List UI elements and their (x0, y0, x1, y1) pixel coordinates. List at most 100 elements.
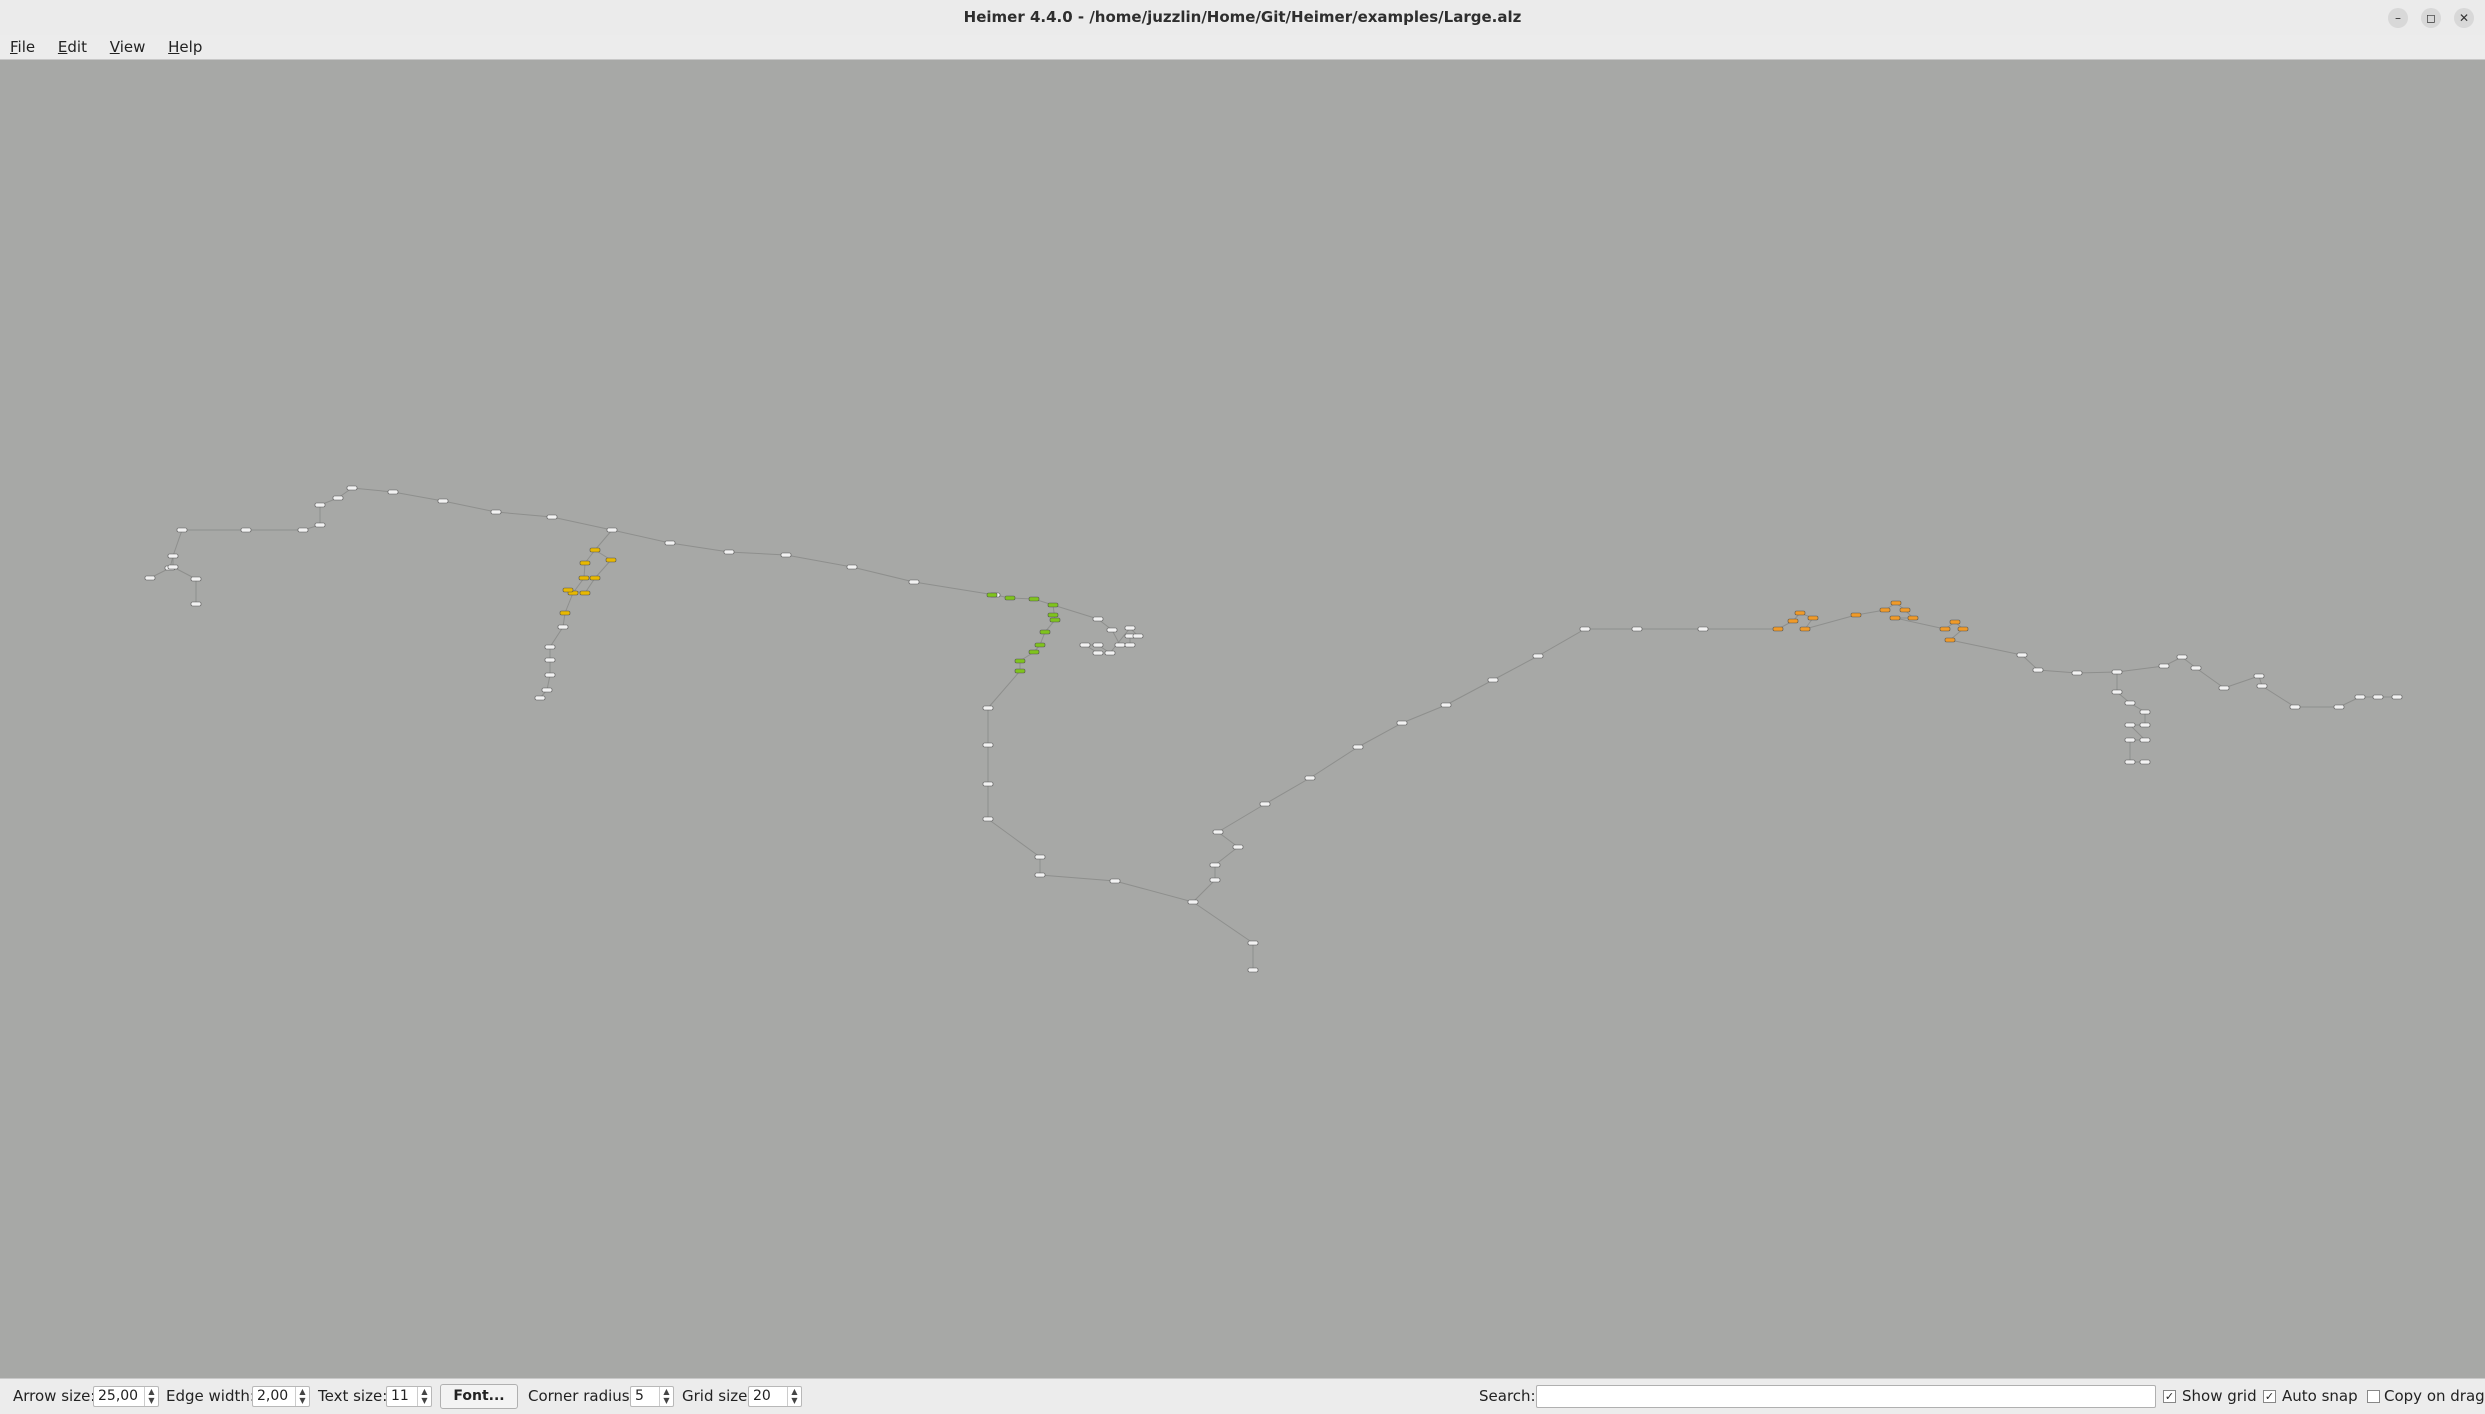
mind-map-node[interactable] (1092, 616, 1104, 622)
mind-map-node[interactable] (780, 552, 792, 558)
mind-map-node[interactable] (1047, 602, 1059, 608)
edge-line[interactable] (1949, 639, 2023, 656)
mind-map-node[interactable] (1247, 940, 1259, 946)
edge-line[interactable] (2037, 669, 2078, 674)
mind-map-node[interactable] (190, 601, 202, 607)
mind-map-node[interactable] (1004, 595, 1016, 601)
mind-map-node[interactable] (1697, 626, 1709, 632)
mind-map-canvas[interactable] (0, 60, 2485, 1378)
mind-map-node[interactable] (606, 527, 618, 533)
mind-map-node[interactable] (557, 624, 569, 630)
edge-line[interactable] (1401, 704, 1447, 724)
edge-line[interactable] (669, 542, 730, 553)
mind-map-node[interactable] (1114, 642, 1126, 648)
mind-map-node[interactable] (546, 514, 558, 520)
edge-line[interactable] (611, 529, 671, 544)
mind-map-node[interactable] (723, 549, 735, 555)
mind-map-node[interactable] (1939, 626, 1951, 632)
mind-map-node[interactable] (1440, 702, 1452, 708)
mind-map-node[interactable] (1028, 596, 1040, 602)
edge-line[interactable] (987, 818, 1041, 858)
mind-map-node[interactable] (1039, 629, 1051, 635)
mind-map-node[interactable] (1890, 600, 1902, 606)
mind-map-node[interactable] (144, 575, 156, 581)
mind-map-node[interactable] (2124, 759, 2136, 765)
search-input[interactable] (1536, 1385, 2156, 1408)
edge-line[interactable] (172, 529, 183, 557)
mind-map-node[interactable] (1807, 615, 1819, 621)
auto-snap-checkbox[interactable]: ✓ (2263, 1390, 2276, 1403)
mind-map-node[interactable] (1799, 626, 1811, 632)
mind-map-node[interactable] (2111, 689, 2123, 695)
text-size-spinbox[interactable]: 11 ▲ ▼ (386, 1386, 432, 1407)
spin-arrows-icon[interactable]: ▲ ▼ (787, 1387, 801, 1406)
mind-map-node[interactable] (982, 742, 994, 748)
edge-line[interactable] (1192, 901, 1254, 944)
mind-map-node[interactable] (2124, 700, 2136, 706)
mind-map-node[interactable] (2354, 694, 2366, 700)
spin-arrows-icon[interactable]: ▲ ▼ (144, 1387, 158, 1406)
mind-map-node[interactable] (2032, 667, 2044, 673)
edge-line[interactable] (1039, 874, 1116, 882)
mind-map-node[interactable] (559, 610, 571, 616)
edge-line[interactable] (392, 491, 444, 502)
edge-line[interactable] (2223, 675, 2260, 689)
mind-map-node[interactable] (176, 527, 188, 533)
edge-line[interactable] (2116, 665, 2165, 673)
spin-arrows-icon[interactable]: ▲ ▼ (417, 1387, 431, 1406)
edge-line[interactable] (785, 554, 853, 568)
edge-line[interactable] (594, 559, 612, 579)
edge-line[interactable] (913, 581, 996, 596)
mind-map-node[interactable] (664, 540, 676, 546)
mind-map-node[interactable] (297, 527, 309, 533)
mind-map-node[interactable] (1899, 607, 1911, 613)
edge-width-spinbox[interactable]: 2,00 ▲ ▼ (252, 1386, 310, 1407)
mind-map-node[interactable] (437, 498, 449, 504)
mind-map-node[interactable] (2176, 654, 2188, 660)
mind-map-node[interactable] (534, 695, 546, 701)
edge-line[interactable] (851, 566, 915, 583)
edge-line[interactable] (351, 487, 394, 493)
mind-map-node[interactable] (2124, 722, 2136, 728)
mind-map-node[interactable] (1109, 878, 1121, 884)
mind-map-node[interactable] (2289, 704, 2301, 710)
edge-line[interactable] (1217, 803, 1266, 833)
spin-arrows-icon[interactable]: ▲ ▼ (659, 1387, 673, 1406)
mind-map-node[interactable] (1104, 650, 1116, 656)
mind-map-node[interactable] (1949, 619, 1961, 625)
edge-line[interactable] (1309, 746, 1359, 779)
grid-size-spinbox[interactable]: 20 ▲ ▼ (748, 1386, 802, 1407)
mind-map-node[interactable] (982, 781, 994, 787)
edge-line[interactable] (1445, 679, 1494, 706)
mind-map-node[interactable] (1124, 625, 1136, 631)
mind-map-node[interactable] (1532, 653, 1544, 659)
mind-map-node[interactable] (167, 564, 179, 570)
mind-map-node[interactable] (387, 489, 399, 495)
mind-map-node[interactable] (1232, 844, 1244, 850)
mind-map-node[interactable] (1124, 642, 1136, 648)
maximize-icon[interactable]: ◻ (2421, 8, 2441, 28)
mind-map-node[interactable] (1957, 626, 1969, 632)
edge-line[interactable] (495, 511, 553, 518)
mind-map-node[interactable] (1907, 615, 1919, 621)
edge-line[interactable] (1214, 846, 1239, 866)
font-button[interactable]: Font... (440, 1384, 518, 1409)
menu-help[interactable]: Help (168, 35, 202, 59)
edge-line[interactable] (1114, 880, 1194, 903)
arrow-size-spinbox[interactable]: 25,00 ▲ ▼ (93, 1386, 159, 1407)
mind-map-node[interactable] (1879, 607, 1891, 613)
mind-map-node[interactable] (541, 687, 553, 693)
mind-map-node[interactable] (986, 592, 998, 598)
edge-line[interactable] (1264, 777, 1311, 805)
edge-line[interactable] (1357, 722, 1403, 748)
mind-map-node[interactable] (314, 502, 326, 508)
mind-map-node[interactable] (544, 657, 556, 663)
mind-map-node[interactable] (1079, 642, 1091, 648)
mind-map-node[interactable] (2111, 669, 2123, 675)
mind-map-node[interactable] (2124, 737, 2136, 743)
mind-map-node[interactable] (2372, 694, 2384, 700)
edge-line[interactable] (1537, 628, 1586, 657)
mind-map-node[interactable] (2139, 759, 2151, 765)
mind-map-node[interactable] (332, 495, 344, 501)
mind-map-node[interactable] (2190, 665, 2202, 671)
